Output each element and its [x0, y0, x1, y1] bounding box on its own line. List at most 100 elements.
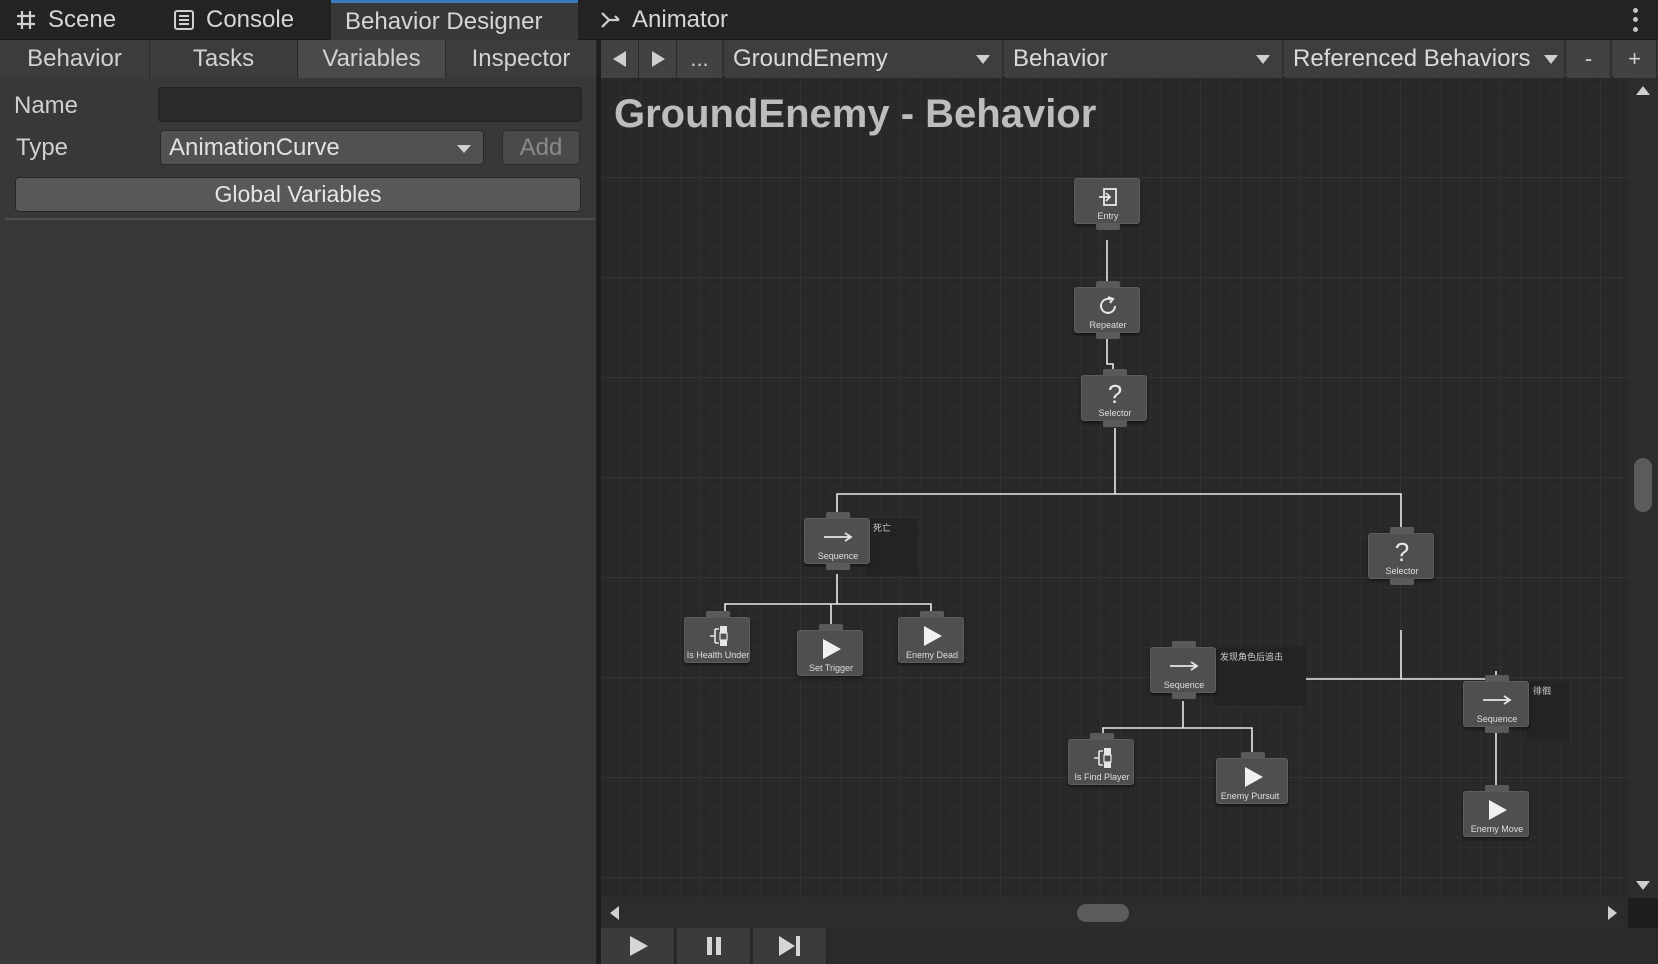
- dock-tab-bar: Scene Console Behavior Designer Animator: [0, 0, 1658, 40]
- scroll-up-icon[interactable]: [1636, 86, 1650, 95]
- conditional-icon: [685, 621, 751, 651]
- history-forward-button[interactable]: [639, 40, 677, 78]
- node-label: Selector: [1098, 408, 1132, 418]
- node-label: Is Health Under: [686, 650, 750, 660]
- arrow-right-icon: [1464, 685, 1530, 715]
- arrow-right-icon: [1151, 651, 1217, 681]
- node-comment: 发现角色后追击: [1214, 647, 1306, 705]
- referenced-behaviors-label: Referenced Behaviors: [1293, 45, 1531, 72]
- node-label: Selector: [1385, 566, 1419, 576]
- node-enemy-move[interactable]: Enemy Move: [1463, 785, 1529, 837]
- node-enemy-pursuit[interactable]: Enemy Pursuit: [1216, 752, 1288, 804]
- node-is-find-player[interactable]: Is Find Player: [1068, 733, 1135, 785]
- node-input-port[interactable]: [1485, 675, 1509, 682]
- animator-branch-icon: [598, 8, 622, 32]
- panel-divider: [5, 218, 595, 220]
- node-input-port[interactable]: [1390, 527, 1414, 534]
- horizontal-scrollbar[interactable]: [601, 898, 1628, 928]
- node-sequence-wander[interactable]: Sequence: [1463, 675, 1530, 733]
- tab-scene[interactable]: Scene: [0, 0, 150, 40]
- node-comment: 徘徊: [1527, 681, 1569, 739]
- scroll-right-icon[interactable]: [1608, 906, 1617, 920]
- subtab-variables[interactable]: Variables: [298, 40, 446, 78]
- play-icon: [899, 621, 965, 651]
- tab-scene-label: Scene: [48, 6, 117, 33]
- tab-behavior-designer-label: Behavior Designer: [345, 7, 543, 35]
- remove-behavior-button[interactable]: -: [1567, 40, 1611, 78]
- grid-hash-icon: [14, 8, 38, 32]
- conditional-icon: [1069, 743, 1135, 773]
- tab-behavior-designer[interactable]: Behavior Designer: [331, 0, 578, 40]
- node-label: Is Find Player: [1074, 772, 1130, 782]
- node-input-port[interactable]: [706, 611, 730, 618]
- variable-type-dropdown[interactable]: AnimationCurve: [160, 130, 484, 165]
- node-input-port[interactable]: [1485, 785, 1509, 792]
- vertical-scrollbar[interactable]: [1628, 78, 1658, 898]
- dropdown-caret-icon: [976, 55, 990, 64]
- behavior-dropdown[interactable]: Behavior: [1005, 40, 1283, 78]
- scroll-left-icon[interactable]: [610, 906, 619, 920]
- pause-button[interactable]: [677, 928, 751, 964]
- question-icon: ?: [1394, 536, 1410, 567]
- node-is-health-under[interactable]: Is Health Under: [684, 611, 751, 663]
- panel-subtabs: Behavior Tasks Variables Inspector: [0, 40, 597, 78]
- variable-name-input[interactable]: [158, 87, 582, 122]
- node-output-port[interactable]: [1103, 420, 1127, 427]
- triangle-right-icon: [651, 51, 665, 67]
- node-selector-root[interactable]: ? Selector: [1081, 369, 1147, 427]
- behavior-graph-canvas[interactable]: GroundEnemy - Behavior Entry Repeater ?: [601, 78, 1628, 898]
- node-output-port[interactable]: [1485, 726, 1509, 733]
- add-variable-button[interactable]: Add: [502, 130, 580, 165]
- object-dropdown[interactable]: GroundEnemy: [725, 40, 1003, 78]
- vertical-scroll-thumb[interactable]: [1634, 458, 1652, 512]
- step-button[interactable]: [753, 928, 827, 964]
- more-options-icon[interactable]: [1630, 6, 1640, 34]
- node-input-port[interactable]: [1096, 281, 1120, 288]
- node-input-port[interactable]: [819, 624, 843, 631]
- node-entry[interactable]: Entry: [1074, 178, 1140, 230]
- tab-animator[interactable]: Animator: [584, 0, 764, 40]
- tab-console[interactable]: Console: [158, 0, 328, 40]
- global-variables-button[interactable]: Global Variables: [15, 177, 581, 212]
- node-input-port[interactable]: [1103, 369, 1127, 376]
- node-input-port[interactable]: [1090, 733, 1114, 740]
- node-label: Sequence: [817, 551, 859, 561]
- play-button[interactable]: [601, 928, 675, 964]
- dropdown-caret-icon: [1256, 55, 1270, 64]
- referenced-behaviors-dropdown[interactable]: Referenced Behaviors: [1285, 40, 1565, 78]
- node-sequence-death[interactable]: Sequence: [804, 512, 871, 570]
- subtab-behavior[interactable]: Behavior: [0, 40, 150, 78]
- tab-console-label: Console: [206, 6, 295, 33]
- subtab-tasks[interactable]: Tasks: [150, 40, 298, 78]
- add-behavior-button[interactable]: +: [1613, 40, 1657, 78]
- node-output-port[interactable]: [1096, 332, 1120, 339]
- node-sequence-chase[interactable]: Sequence: [1150, 641, 1217, 699]
- left-panel: Behavior Tasks Variables Inspector Name …: [0, 40, 597, 964]
- type-label: Type: [16, 134, 69, 161]
- node-output-port[interactable]: [1096, 223, 1120, 230]
- more-button[interactable]: ...: [677, 40, 723, 78]
- scroll-down-icon[interactable]: [1636, 881, 1650, 890]
- node-input-port[interactable]: [920, 611, 944, 618]
- node-input-port[interactable]: [826, 512, 850, 519]
- play-icon: [629, 936, 648, 956]
- behavior-dropdown-value: Behavior: [1013, 45, 1108, 72]
- node-repeater[interactable]: Repeater: [1074, 281, 1140, 339]
- node-output-port[interactable]: [1390, 578, 1414, 585]
- subtab-inspector[interactable]: Inspector: [446, 40, 597, 78]
- step-icon: [778, 936, 800, 956]
- variable-type-value: AnimationCurve: [169, 133, 340, 161]
- node-input-port[interactable]: [1241, 752, 1265, 759]
- node-output-port[interactable]: [1172, 692, 1196, 699]
- horizontal-scroll-thumb[interactable]: [1077, 904, 1129, 922]
- node-label: Entry: [1097, 211, 1119, 221]
- node-output-port[interactable]: [826, 563, 850, 570]
- node-set-trigger[interactable]: Set Trigger: [797, 624, 863, 676]
- dropdown-caret-icon: [1544, 55, 1558, 64]
- arrow-right-icon: [805, 522, 871, 552]
- node-comment: 死亡: [867, 518, 917, 576]
- node-input-port[interactable]: [1172, 641, 1196, 648]
- node-selector-right[interactable]: ? Selector: [1368, 527, 1434, 585]
- node-enemy-dead[interactable]: Enemy Dead: [898, 611, 965, 663]
- history-back-button[interactable]: [601, 40, 639, 78]
